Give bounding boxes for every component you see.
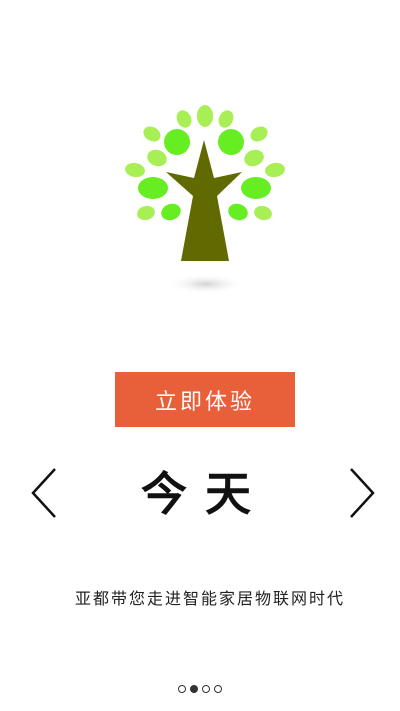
slide-title: 今天 — [141, 467, 269, 521]
page-dot-3[interactable] — [202, 685, 210, 693]
chevron-right-icon[interactable] — [344, 465, 378, 521]
slide-subtitle: 亚都带您走进智能家居物联网时代 — [74, 589, 345, 608]
page-dot-1[interactable] — [178, 685, 186, 693]
page-dot-2[interactable] — [190, 685, 198, 693]
tree-icon — [0, 95, 400, 305]
try-now-button[interactable]: 立即体验 — [115, 372, 295, 427]
chevron-left-icon[interactable] — [28, 465, 62, 521]
page-indicator — [178, 683, 228, 695]
page-dot-4[interactable] — [214, 685, 222, 693]
